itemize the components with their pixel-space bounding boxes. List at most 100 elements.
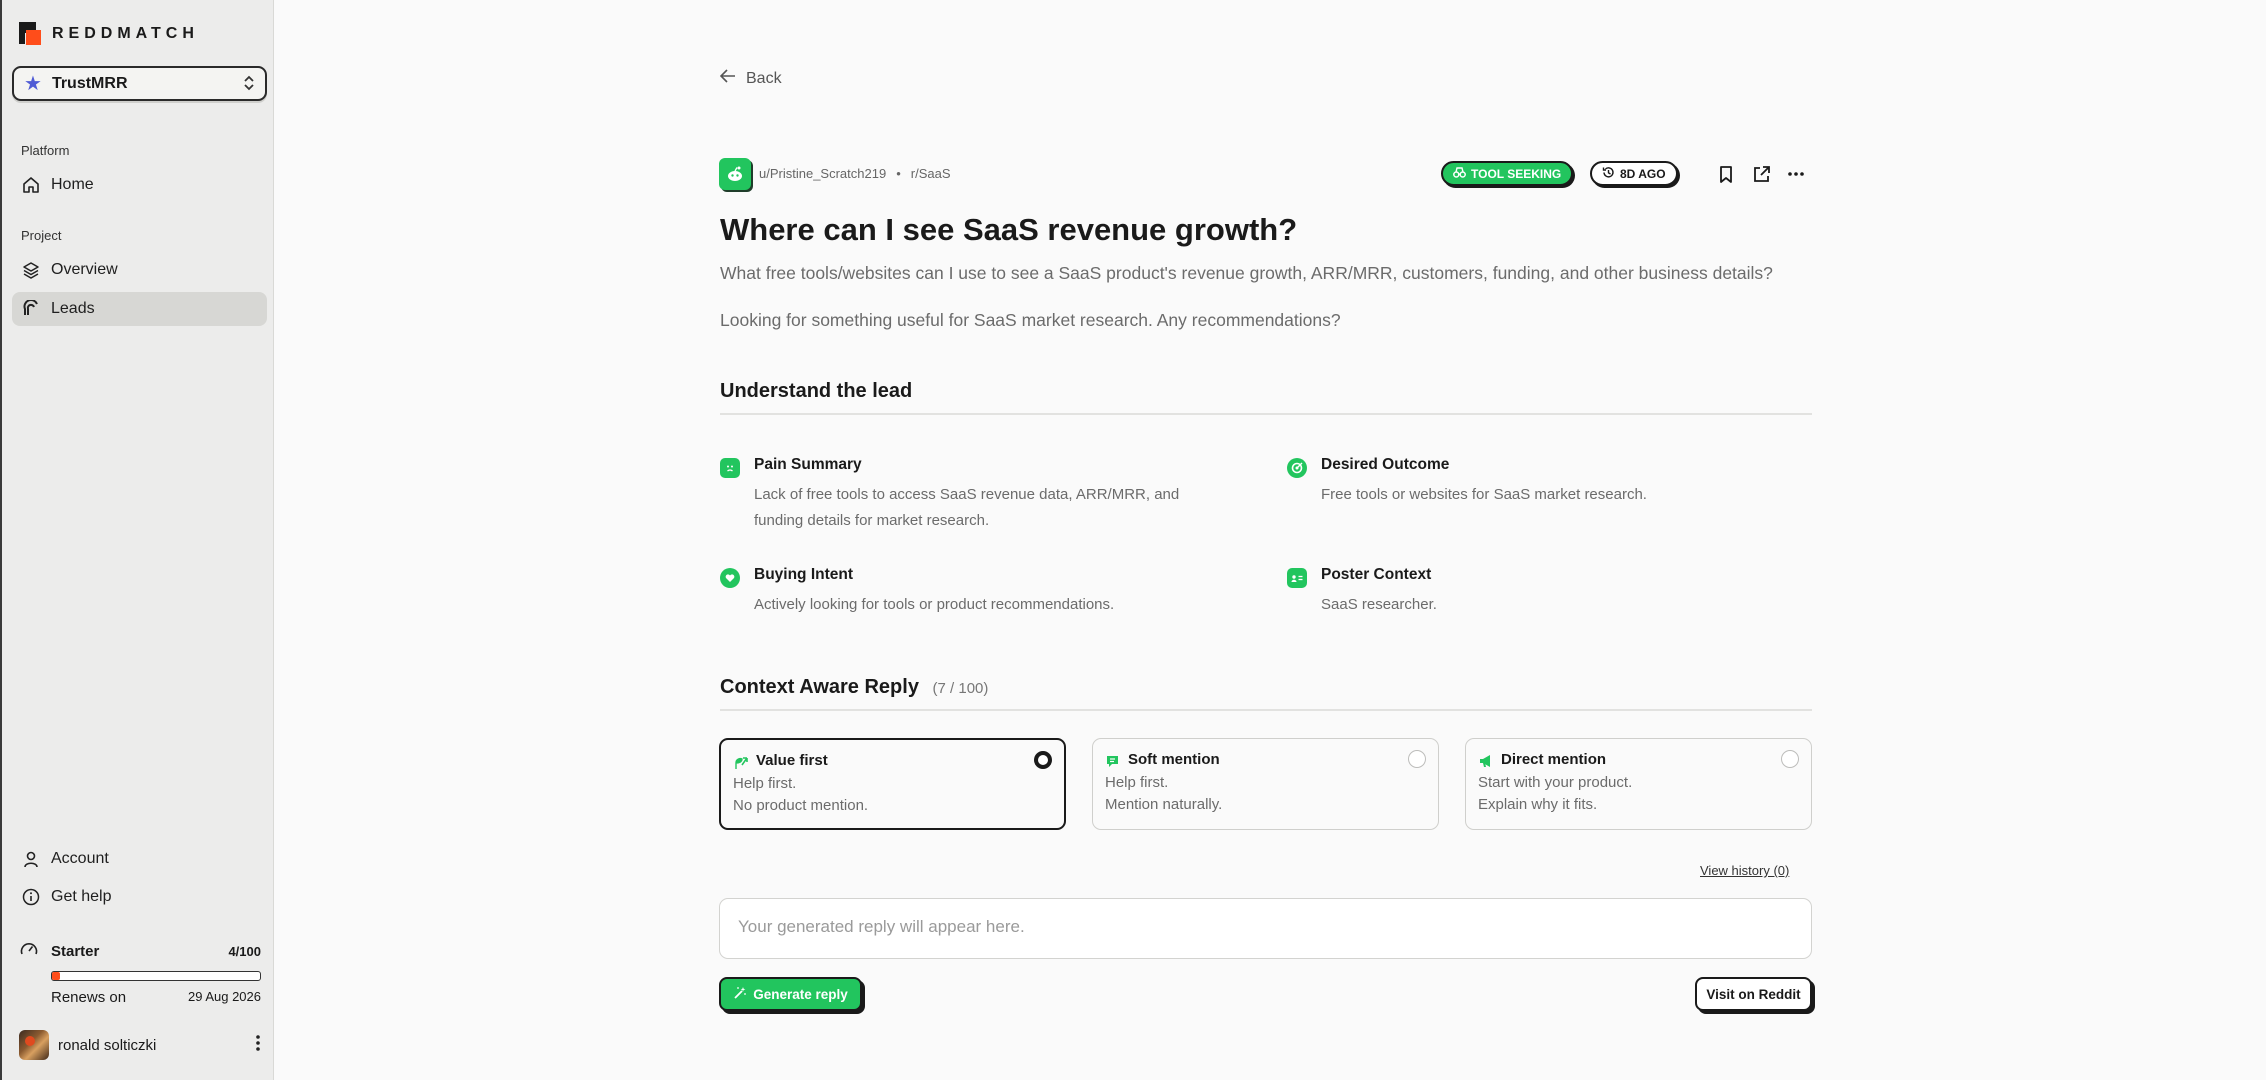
post-header: u/Pristine_Scratch219 • r/SaaS TOOL SEEK… [719, 158, 1812, 190]
nav-section-project: Project [21, 228, 62, 243]
target-icon [1287, 458, 1307, 478]
plan-name-label: Starter [51, 942, 100, 960]
user-menu[interactable]: ronald solticzki [19, 1030, 261, 1060]
tag-label: TOOL SEEKING [1471, 166, 1562, 181]
renew-label: Renews on [51, 989, 127, 1006]
info-icon [21, 887, 41, 907]
visit-on-reddit-button[interactable]: Visit on Reddit [1695, 977, 1812, 1011]
section-divider [720, 709, 1812, 711]
frown-icon [720, 458, 740, 478]
gauge-icon [19, 940, 39, 962]
reply-option-label: Soft mention [1128, 751, 1220, 768]
plan-usage: Starter 4/100 Renews on 29 Aug 2026 [19, 940, 261, 1006]
sidebar-item-label: Leads [51, 300, 95, 317]
pain-summary: Pain Summary Lack of free tools to acces… [720, 456, 1220, 529]
history-icon [1602, 166, 1615, 182]
project-selector[interactable]: ★ TrustMRR [12, 66, 267, 101]
section-divider [720, 413, 1812, 415]
more-vertical-icon[interactable] [255, 1034, 261, 1056]
reply-section-title: Context Aware Reply (7 / 100) [720, 676, 988, 699]
buying-intent-label: Buying Intent [754, 566, 854, 583]
id-card-icon [1287, 568, 1307, 588]
poster-context: Poster Context SaaS researcher. [1287, 566, 1787, 616]
plan-name: Starter [19, 940, 99, 962]
sidebar-item-home[interactable]: Home [12, 168, 267, 202]
desired-outcome: Desired Outcome Free tools or websites f… [1287, 456, 1787, 506]
user-name: ronald solticzki [58, 1036, 157, 1054]
reply-option-value-first[interactable]: Value first Help first. No product menti… [719, 738, 1066, 830]
meta-separator: • [896, 166, 901, 181]
desired-outcome-text: Free tools or websites for SaaS market r… [1321, 486, 1647, 503]
reply-title-label: Context Aware Reply [720, 676, 919, 698]
reply-option-line-2: Mention naturally. [1105, 796, 1223, 813]
generate-reply-button[interactable]: Generate reply [719, 977, 862, 1011]
back-link[interactable]: Back [719, 69, 782, 88]
plan-usage-bar [51, 971, 261, 981]
post-body-paragraph-2: Looking for something useful for SaaS ma… [720, 310, 1341, 330]
sidebar-item-label: Home [51, 176, 94, 193]
back-label: Back [746, 69, 782, 87]
desired-outcome-label: Desired Outcome [1321, 456, 1450, 473]
bookmark-icon[interactable] [1714, 162, 1738, 186]
chevron-up-down-icon [243, 74, 255, 94]
reply-option-line-1: Start with your product. [1478, 774, 1633, 791]
poster-context-label: Poster Context [1321, 566, 1432, 583]
chat-bubble-icon [1105, 753, 1121, 769]
sprout-icon [733, 754, 749, 770]
reply-option-line-2: Explain why it fits. [1478, 796, 1598, 813]
star-icon: ★ [24, 72, 42, 95]
sidebar-item-overview[interactable]: Overview [12, 253, 267, 287]
magnet-icon [21, 299, 41, 319]
poster-context-text: SaaS researcher. [1321, 596, 1437, 613]
tag-badge: TOOL SEEKING [1441, 161, 1574, 186]
reply-option-line-2: No product mention. [733, 797, 869, 814]
more-horizontal-icon[interactable] [1784, 162, 1808, 186]
buying-intent: Buying Intent Actively looking for tools… [720, 566, 1220, 616]
understand-title-label: Understand the lead [720, 380, 913, 402]
age-label: 8D AGO [1620, 166, 1666, 181]
view-history-link[interactable]: View history (0) [1700, 863, 1789, 878]
sidebar-item-get-help[interactable]: Get help [12, 880, 267, 914]
reply-output[interactable]: Your generated reply will appear here. [719, 898, 1812, 959]
brand-name: REDDMATCH [52, 24, 199, 42]
user-icon [21, 849, 41, 869]
arrow-left-icon [719, 69, 736, 88]
post-subreddit[interactable]: r/SaaS [911, 166, 951, 181]
renew-date: 29 Aug 2026 [187, 989, 261, 1004]
sidebar-item-label: Overview [51, 261, 118, 278]
post-meta: u/Pristine_Scratch219 • r/SaaS [759, 166, 951, 181]
reddit-icon [719, 158, 751, 190]
avatar [19, 1030, 49, 1060]
pain-summary-label: Pain Summary [754, 456, 862, 473]
reply-counter: (7 / 100) [932, 680, 989, 697]
post-body-paragraph-1: What free tools/websites can I use to se… [720, 263, 1773, 283]
pain-summary-text: Lack of free tools to access SaaS revenu… [754, 486, 1180, 529]
visit-on-reddit-label: Visit on Reddit [1706, 986, 1801, 1002]
plan-usage-fill [52, 972, 61, 980]
external-link-icon[interactable] [1749, 162, 1773, 186]
post-title: Where can I see SaaS revenue growth? [720, 212, 1298, 247]
magic-wand-icon [733, 986, 747, 1003]
sidebar-item-leads[interactable]: Leads [12, 292, 267, 326]
nav-section-platform: Platform [21, 143, 70, 158]
sidebar-item-label: Account [51, 850, 109, 867]
buying-intent-text: Actively looking for tools or product re… [754, 596, 1115, 613]
age-badge: 8D AGO [1590, 161, 1678, 186]
heart-chat-icon [720, 568, 740, 588]
brand-logo[interactable]: REDDMATCH [19, 22, 199, 45]
sidebar: REDDMATCH ★ TrustMRR Platform Home Proje… [0, 0, 274, 1080]
plan-count: 4/100 [228, 943, 261, 959]
logo-mark-icon [19, 22, 42, 45]
radio-unselected[interactable] [1781, 750, 1799, 768]
reply-option-line-1: Help first. [733, 775, 797, 792]
reply-option-soft-mention[interactable]: Soft mention Help first. Mention natural… [1092, 738, 1439, 830]
binoculars-icon [1453, 166, 1466, 181]
home-icon [21, 175, 41, 195]
post-author[interactable]: u/Pristine_Scratch219 [759, 166, 886, 181]
reply-option-direct-mention[interactable]: Direct mention Start with your product. … [1465, 738, 1812, 830]
reply-option-label: Value first [756, 752, 828, 769]
radio-selected[interactable] [1034, 751, 1052, 769]
project-name: TrustMRR [51, 74, 128, 92]
radio-unselected[interactable] [1408, 750, 1426, 768]
sidebar-item-account[interactable]: Account [12, 842, 267, 876]
